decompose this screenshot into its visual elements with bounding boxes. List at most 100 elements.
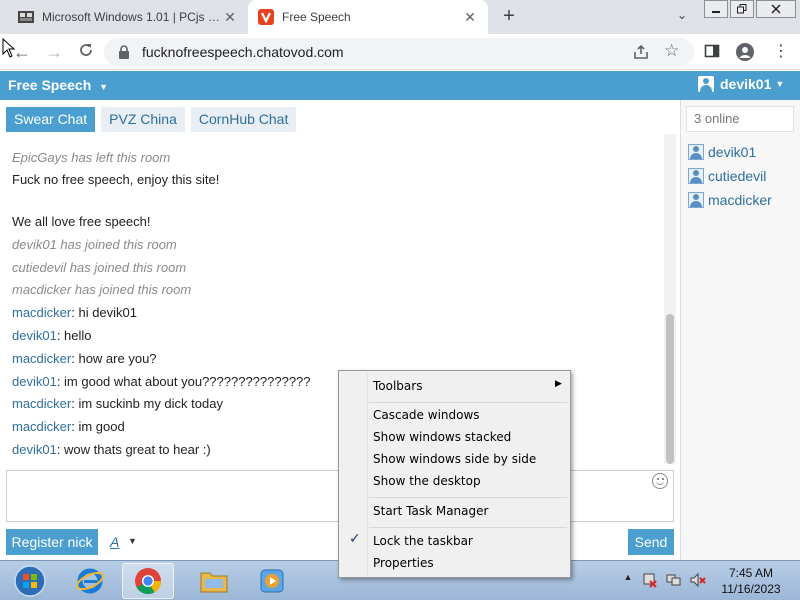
pcjs-icon [18, 9, 34, 25]
user-menu[interactable]: devik01 ▼ [698, 76, 784, 92]
chat-message: devik01: wow thats great to hear :) [12, 442, 211, 457]
message-text: : hello [56, 328, 92, 343]
message-text: : how are you? [71, 351, 157, 366]
message-nick[interactable]: devik01 [12, 328, 57, 343]
share-icon[interactable] [632, 43, 650, 61]
online-count: 3 online [686, 106, 794, 132]
message-text: : im good [71, 419, 125, 434]
file-explorer-icon[interactable] [188, 563, 240, 599]
menu-item-properties[interactable]: Properties [373, 553, 434, 573]
message-nick[interactable]: devik01 [12, 374, 57, 389]
message-nick[interactable]: macdicker [12, 396, 71, 411]
user-icon [688, 144, 704, 160]
menu-separator [369, 402, 567, 403]
message-text: : im suckinb my dick today [71, 396, 223, 411]
user-avatar-icon [698, 76, 714, 92]
menu-item-toolbars[interactable]: Toolbars [373, 376, 422, 396]
forward-arrow-icon[interactable]: → [44, 42, 64, 62]
minimize-window-button[interactable] [704, 0, 728, 18]
reload-icon[interactable] [76, 42, 96, 62]
menu-gutter [367, 373, 368, 575]
restore-window-button[interactable] [730, 0, 754, 18]
message: We all love free speech! [12, 214, 151, 229]
app-header: Free Speech ▼ devik01 ▼ [0, 71, 800, 100]
font-style-button[interactable]: A [110, 534, 119, 550]
menu-item-show-the-desktop[interactable]: Show the desktop [373, 471, 481, 491]
bookmark-star-icon[interactable]: ☆ [664, 41, 679, 61]
url-text: fucknofreespeech.chatovod.com [142, 44, 344, 60]
media-player-icon[interactable] [246, 563, 298, 599]
user-list-item[interactable]: macdicker [688, 192, 772, 208]
browser-tab-strip: Microsoft Windows 1.01 | PCjs Machines ✕… [0, 0, 800, 34]
message: Fuck no free speech, enjoy this site! [12, 172, 220, 187]
close-tab-icon[interactable]: ✕ [462, 9, 478, 25]
action-center-icon[interactable] [642, 572, 658, 588]
internet-explorer-icon[interactable] [64, 563, 116, 599]
message-scrollbar[interactable] [664, 134, 676, 464]
taskbar-clock[interactable]: 7:45 AM 11/16/2023 [712, 565, 790, 597]
current-user-name: devik01 [720, 76, 772, 92]
message-text: : wow thats great to hear :) [56, 442, 211, 457]
chrome-icon[interactable] [122, 563, 174, 599]
send-button[interactable]: Send [628, 529, 674, 555]
system-message: devik01 has joined this room [12, 237, 177, 252]
message-nick[interactable]: macdicker [12, 305, 71, 320]
menu-item-cascade-windows[interactable]: Cascade windows [373, 405, 480, 425]
mouse-cursor-icon [2, 37, 16, 58]
message-nick[interactable]: devik01 [12, 442, 57, 457]
chat-message: devik01: im good what about you?????????… [12, 374, 311, 389]
side-panel-icon[interactable] [704, 43, 722, 61]
taskbar-context-menu: Toolbars ▶ Cascade windows Show windows … [338, 370, 571, 578]
tab-title: Free Speech [282, 10, 351, 24]
room-menu[interactable]: Free Speech ▼ [8, 77, 108, 93]
system-message: cutiedevil has joined this room [12, 260, 187, 275]
user-list-item[interactable]: cutiedevil [688, 168, 766, 184]
room-title: Free Speech [8, 77, 92, 93]
tab-cornhub-chat[interactable]: CornHub Chat [190, 107, 297, 132]
chat-message: macdicker: how are you? [12, 351, 157, 366]
register-nick-button[interactable]: Register nick [6, 529, 98, 555]
system-message: EpicGays has left this room [12, 150, 171, 165]
scrollbar-thumb[interactable] [666, 314, 674, 464]
close-tab-icon[interactable]: ✕ [222, 9, 238, 25]
new-tab-button[interactable]: + [498, 6, 520, 28]
address-bar[interactable]: fucknofreespeech.chatovod.com ☆ [104, 38, 694, 66]
message-nick[interactable]: macdicker [12, 419, 71, 434]
message-text: : hi devik01 [71, 305, 138, 320]
chatovod-icon [258, 9, 274, 25]
chat-message: macdicker: im suckinb my dick today [12, 396, 223, 411]
tray-expand-icon[interactable]: ▲ [620, 572, 636, 588]
close-window-button[interactable] [756, 0, 796, 18]
room-tabs: Swear Chat PVZ China CornHub Chat [6, 107, 302, 132]
user-list-item[interactable]: devik01 [688, 144, 756, 160]
chat-message: macdicker: im good [12, 419, 125, 434]
chevron-down-icon: ▼ [99, 82, 109, 92]
tab-search-chevron-icon[interactable]: ⌄ [674, 8, 690, 24]
menu-separator [369, 527, 567, 528]
browser-menu-icon[interactable]: ⋮ [772, 43, 790, 61]
clock-date: 11/16/2023 [721, 582, 781, 596]
browser-tab-free-speech[interactable]: Free Speech ✕ [248, 0, 488, 34]
start-orb-icon[interactable] [4, 563, 56, 599]
menu-separator [369, 497, 567, 498]
smiley-icon[interactable] [652, 473, 668, 489]
submenu-arrow-icon: ▶ [555, 379, 562, 389]
tab-swear-chat[interactable]: Swear Chat [6, 107, 96, 132]
menu-item-show-windows-side-by-side[interactable]: Show windows side by side [373, 449, 536, 469]
volume-muted-icon[interactable] [690, 572, 706, 588]
profile-avatar-icon[interactable] [736, 43, 754, 61]
menu-item-start-task-manager[interactable]: Start Task Manager [373, 501, 488, 521]
message-nick[interactable]: macdicker [12, 351, 71, 366]
user-name: devik01 [708, 144, 757, 160]
tab-title: Microsoft Windows 1.01 | PCjs Machines [42, 10, 222, 24]
tab-pvz-china[interactable]: PVZ China [101, 107, 185, 132]
system-message: macdicker has joined this room [12, 282, 192, 297]
browser-tab-pcjs[interactable]: Microsoft Windows 1.01 | PCjs Machines ✕ [8, 0, 248, 34]
chevron-down-icon[interactable]: ▼ [128, 536, 137, 546]
lock-icon[interactable] [118, 45, 130, 59]
checkmark-icon: ✓ [349, 531, 361, 547]
network-icon[interactable] [666, 572, 682, 588]
menu-item-lock-the-taskbar[interactable]: Lock the taskbar [373, 531, 473, 551]
user-icon [688, 168, 704, 184]
menu-item-show-windows-stacked[interactable]: Show windows stacked [373, 427, 511, 447]
